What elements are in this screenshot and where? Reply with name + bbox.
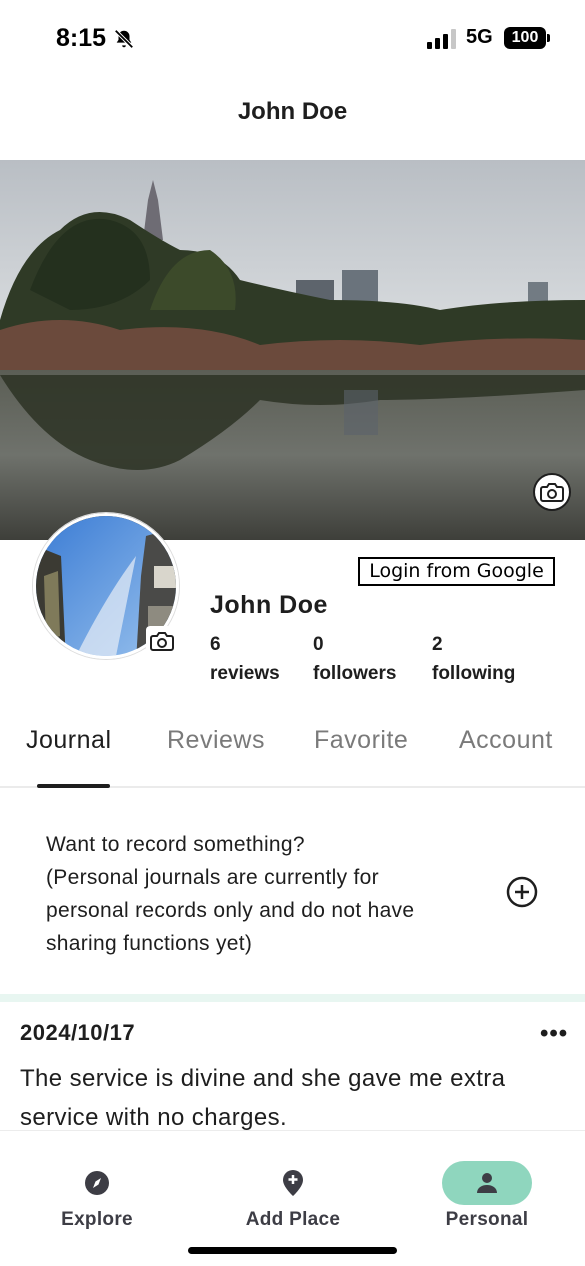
- stat-label: reviews: [210, 663, 280, 684]
- journal-prompt-title: Want to record something?: [46, 833, 305, 856]
- person-icon: [477, 1173, 497, 1193]
- avatar-camera-button[interactable]: [146, 626, 178, 656]
- stat-label: following: [432, 663, 516, 684]
- section-divider: [0, 994, 585, 1002]
- tab-reviews[interactable]: Reviews: [167, 726, 265, 755]
- cover-landscape: [0, 160, 585, 540]
- stat-value: 6: [210, 634, 221, 655]
- nav-personal[interactable]: Personal: [412, 1161, 562, 1231]
- tab-account[interactable]: Account: [459, 726, 553, 755]
- nav-icon-wrap: [52, 1161, 142, 1205]
- bottom-nav: Explore Add Place Personal: [0, 1130, 585, 1266]
- page-title: John Doe: [237, 98, 348, 125]
- compass-icon: [85, 1171, 109, 1195]
- add-journal-icon[interactable]: [506, 876, 538, 908]
- tab-active-indicator: [37, 784, 110, 788]
- nav-icon-wrap: [442, 1161, 532, 1205]
- journal-prompt: Want to record something? (Personal jour…: [46, 828, 466, 960]
- nav-explore[interactable]: Explore: [22, 1161, 172, 1231]
- stat-following[interactable]: 2 following: [432, 630, 515, 688]
- cover-photo: [0, 160, 585, 540]
- nav-label: Explore: [61, 1209, 133, 1230]
- profile-name: John Doe: [210, 591, 328, 619]
- journal-prompt-note: (Personal journals are currently for per…: [46, 866, 415, 955]
- more-options-icon[interactable]: •••: [540, 1020, 568, 1048]
- signal-icon: [427, 29, 456, 49]
- status-bar: 8:15 5G 100: [0, 0, 585, 78]
- add-location-icon: [283, 1170, 303, 1196]
- profile-tabs: Journal Reviews Favorite Account: [0, 726, 585, 788]
- status-time: 8:15: [56, 24, 107, 52]
- nav-add-place[interactable]: Add Place: [218, 1161, 368, 1231]
- stat-reviews[interactable]: 6 reviews: [210, 630, 280, 688]
- tab-journal[interactable]: Journal: [26, 726, 112, 755]
- home-indicator: [188, 1247, 397, 1254]
- entry-date: 2024/10/17: [20, 1020, 136, 1045]
- camera-icon: [150, 632, 174, 651]
- nav-icon-wrap: [248, 1161, 338, 1205]
- battery-icon: 100: [504, 27, 550, 49]
- network-type: 5G: [466, 26, 493, 48]
- nav-label: Add Place: [245, 1209, 341, 1230]
- stat-followers[interactable]: 0 followers: [313, 630, 396, 688]
- bell-slash-icon: [114, 29, 134, 49]
- login-google-button[interactable]: Login from Google: [358, 557, 555, 586]
- entry-text[interactable]: The service is divine and she gave me ex…: [20, 1059, 560, 1137]
- nav-label: Personal: [445, 1209, 529, 1230]
- stat-label: followers: [313, 663, 397, 684]
- stat-value: 0: [313, 634, 324, 655]
- stat-value: 2: [432, 634, 443, 655]
- tab-favorite[interactable]: Favorite: [314, 726, 408, 755]
- camera-icon: [540, 483, 564, 502]
- cover-camera-button[interactable]: [533, 473, 571, 511]
